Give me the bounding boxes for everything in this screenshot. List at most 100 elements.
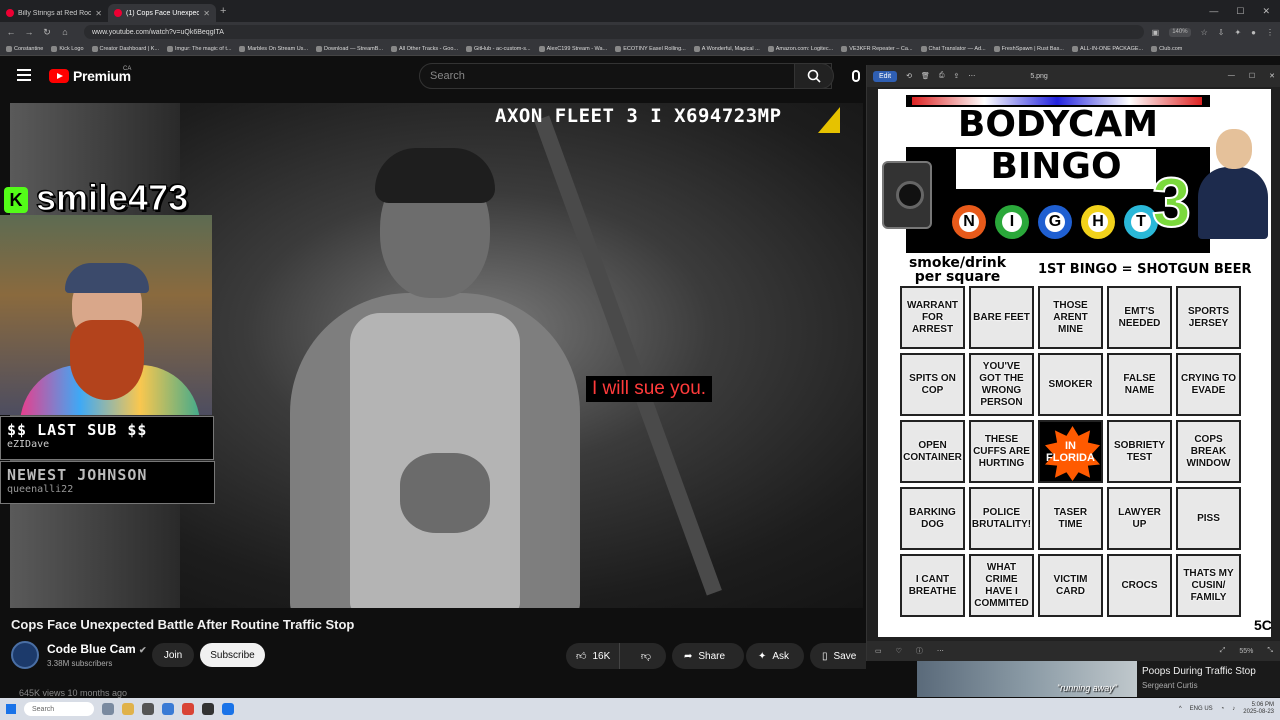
bookmark-item[interactable]: FreshSpawn | Rust Bas... bbox=[993, 45, 1064, 52]
bingo-cell: VICTIM CARD bbox=[1038, 554, 1103, 617]
bookmark-favicon-icon bbox=[1151, 45, 1158, 52]
bookmark-favicon-icon bbox=[391, 45, 398, 52]
bookmark-favicon-icon bbox=[767, 45, 774, 52]
bookmark-item[interactable]: Amazon.com: Logitec... bbox=[767, 45, 833, 52]
fit-icon[interactable]: ⤢ bbox=[1220, 647, 1226, 655]
browser-toolbar: ▣ 140% ☆ ⇩ ✦ ● ⋮ bbox=[1152, 27, 1274, 37]
share-button[interactable]: ➦ Share bbox=[672, 643, 744, 669]
minimize-icon[interactable]: — bbox=[1209, 6, 1218, 17]
bookmark-item[interactable]: Imgur: The magic of t... bbox=[167, 45, 231, 52]
app-icon[interactable] bbox=[222, 703, 234, 715]
bookmark-item[interactable]: ALL-IN-ONE PACKAGE... bbox=[1071, 45, 1143, 52]
zoom-level[interactable]: 55% bbox=[1239, 648, 1253, 655]
address-bar-row: ← → ↻ ⌂ www.youtube.com/watch?v=uQk6Beqg… bbox=[0, 22, 1280, 42]
fullscreen-icon[interactable]: ⤡ bbox=[1267, 647, 1273, 655]
wifi-icon[interactable]: ◔ bbox=[1221, 706, 1225, 712]
bookmark-item[interactable]: Club.com bbox=[1151, 45, 1182, 52]
browser-tab-cops-face[interactable]: (1) Cops Face Unexpected B ✕ bbox=[108, 4, 216, 22]
bookmark-favicon-icon bbox=[466, 45, 473, 52]
bookmark-item[interactable]: Marbles On Stream Us... bbox=[239, 45, 308, 52]
detainee-figure bbox=[270, 143, 590, 608]
dislike-button[interactable]: 👎︎ bbox=[626, 650, 666, 662]
zoom-badge[interactable]: 140% bbox=[1169, 27, 1191, 37]
bingo-cell: WARRANT FOR ARREST bbox=[900, 286, 965, 349]
info-icon[interactable]: ⓘ bbox=[916, 646, 923, 656]
app-icon[interactable] bbox=[142, 703, 154, 715]
forward-icon[interactable]: → bbox=[24, 27, 34, 37]
url-field[interactable]: www.youtube.com/watch?v=uQk6BeqgITA bbox=[84, 25, 1144, 39]
language-indicator[interactable]: ENG US bbox=[1190, 706, 1213, 712]
app-icon[interactable] bbox=[202, 703, 214, 715]
menu-dots-icon[interactable]: ⋮ bbox=[1266, 28, 1274, 37]
profile-icon[interactable]: ● bbox=[1251, 28, 1256, 37]
close-tab-icon[interactable]: ✕ bbox=[95, 9, 102, 18]
browser-tab-billy-strings[interactable]: Billy Strings at Red Rocks A ✕ bbox=[0, 4, 108, 22]
bookmark-item[interactable]: Creator Dashboard | K... bbox=[91, 45, 159, 52]
save-button[interactable]: ▯ Save bbox=[810, 643, 866, 669]
bookmark-favicon-icon bbox=[615, 45, 622, 52]
bookmark-favicon-icon bbox=[841, 45, 848, 52]
bookmark-item[interactable]: AlexC199 Stream - Wa... bbox=[538, 45, 607, 52]
microphone-icon[interactable] bbox=[852, 70, 860, 82]
maximize-icon[interactable]: ☐ bbox=[1236, 6, 1244, 17]
taskbar-search[interactable]: Search bbox=[24, 702, 94, 716]
bingo-card: BODYCAM BINGO NIGHT 3 smoke/drink per sq… bbox=[878, 89, 1271, 637]
back-icon[interactable]: ← bbox=[6, 27, 16, 37]
bookmark-item[interactable]: Constantine bbox=[6, 45, 43, 52]
like-button[interactable]: 👍︎ 16K bbox=[566, 643, 620, 669]
bingo-cell: TASER TIME bbox=[1038, 487, 1103, 550]
viewer-maximize-icon[interactable]: ☐ bbox=[1249, 72, 1255, 80]
explorer-icon[interactable] bbox=[122, 703, 134, 715]
extensions-icon[interactable]: ✦ bbox=[1234, 28, 1241, 37]
edit-button[interactable]: Edit bbox=[873, 70, 898, 82]
join-button[interactable]: Join bbox=[152, 643, 194, 667]
bookmark-item[interactable]: A Wonderful, Magical ... bbox=[693, 45, 760, 52]
clock[interactable]: 5:06 PM 2025-08-23 bbox=[1243, 702, 1274, 716]
search-button[interactable] bbox=[794, 63, 834, 89]
bookmark-item[interactable]: Download — StreamB... bbox=[316, 45, 383, 52]
share-icon[interactable]: ⇪ bbox=[953, 72, 959, 80]
hamburger-menu-icon[interactable] bbox=[17, 69, 31, 81]
reload-icon[interactable]: ↻ bbox=[42, 27, 52, 38]
delete-icon[interactable]: 🗑︎ bbox=[921, 72, 930, 80]
download-icon[interactable]: ⇩ bbox=[1218, 28, 1225, 37]
volume-icon[interactable]: ♪ bbox=[1232, 706, 1235, 712]
bookmark-item[interactable]: VE3KFR Repeater – Ca... bbox=[841, 45, 913, 52]
more-icon[interactable]: ⋯ bbox=[968, 72, 975, 80]
favorite-icon[interactable]: ♡ bbox=[896, 647, 902, 655]
new-tab-icon[interactable]: + bbox=[220, 5, 226, 17]
print-icon[interactable]: ⎙ bbox=[939, 72, 945, 80]
rotate-icon[interactable]: ⟲ bbox=[906, 72, 912, 80]
bookmark-item[interactable]: Kick Logo bbox=[51, 45, 84, 52]
chrome-icon[interactable] bbox=[182, 703, 194, 715]
home-icon[interactable]: ⌂ bbox=[60, 27, 70, 37]
thumbnail-caption: "running away" bbox=[1057, 683, 1117, 693]
channel-name[interactable]: Code Blue Cam ✔ bbox=[47, 642, 147, 656]
subscriber-count: 3.38M subscribers bbox=[47, 659, 113, 668]
filmstrip-icon[interactable]: ▭ bbox=[875, 647, 882, 655]
youtube-header: Premium CA Search bbox=[0, 56, 866, 96]
up-next-card[interactable]: "running away" Poops During Traffic Stop… bbox=[917, 661, 1280, 697]
bookmark-item[interactable]: All Other Tracks - Goo... bbox=[391, 45, 458, 52]
viewer-minimize-icon[interactable]: — bbox=[1228, 72, 1235, 80]
footer-more-icon[interactable]: ⋯ bbox=[937, 647, 944, 655]
subscribe-button[interactable]: Subscribe bbox=[200, 643, 265, 667]
tray-arrow-icon[interactable]: ^ bbox=[1179, 706, 1182, 712]
star-icon[interactable]: ☆ bbox=[1201, 28, 1208, 37]
youtube-logo[interactable]: Premium bbox=[49, 68, 131, 84]
bookmark-item[interactable]: GitHub - ac-custom-s... bbox=[466, 45, 531, 52]
close-tab-icon[interactable]: ✕ bbox=[203, 9, 210, 18]
bookmark-item[interactable]: Chat Translator — Ad... bbox=[920, 45, 986, 52]
ask-button[interactable]: ✦ Ask bbox=[746, 643, 804, 669]
app-icon[interactable] bbox=[162, 703, 174, 715]
bookmark-item[interactable]: ECOTINY Easel Rolling... bbox=[615, 45, 686, 52]
task-view-icon[interactable] bbox=[102, 703, 114, 715]
bingo-title-line2: BINGO bbox=[956, 149, 1156, 189]
search-input[interactable]: Search bbox=[419, 63, 832, 89]
windows-start-icon[interactable] bbox=[6, 704, 16, 714]
close-window-icon[interactable]: ✕ bbox=[1262, 6, 1270, 17]
bookmark-favicon-icon bbox=[91, 45, 98, 52]
viewer-close-icon[interactable]: ✕ bbox=[1269, 72, 1275, 80]
screen-icon[interactable]: ▣ bbox=[1152, 28, 1160, 37]
channel-avatar[interactable] bbox=[11, 641, 39, 669]
